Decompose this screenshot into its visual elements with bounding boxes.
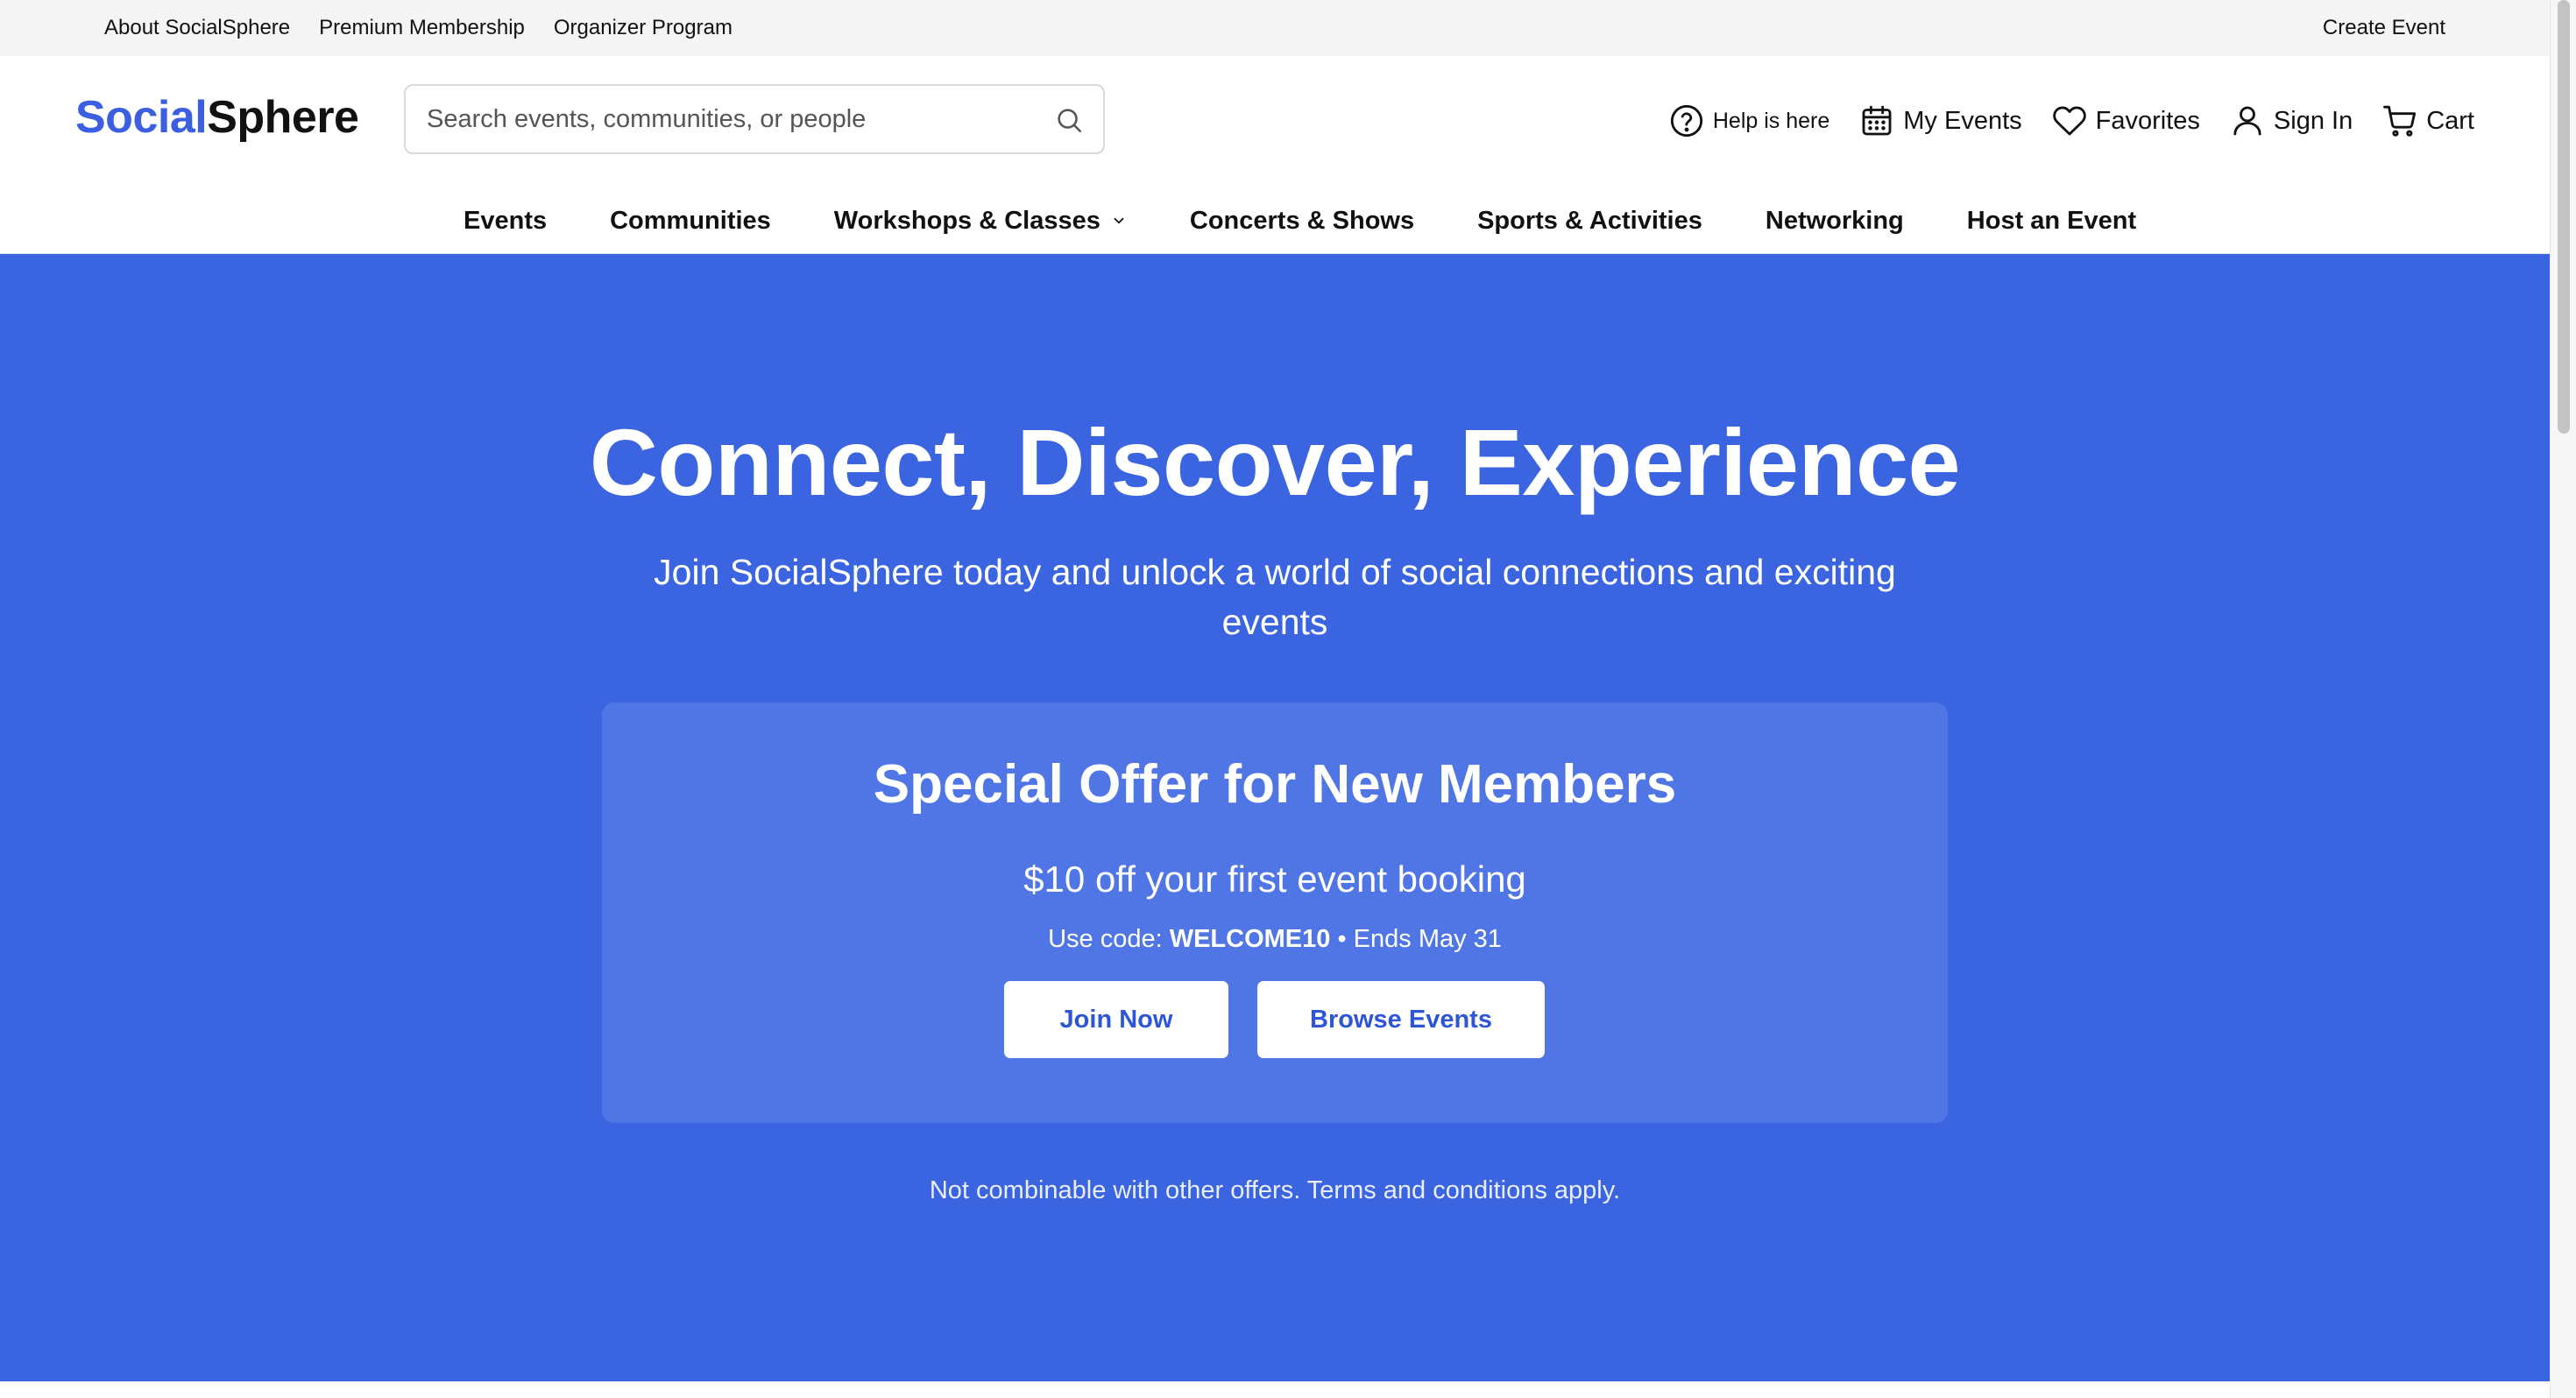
join-now-button[interactable]: Join Now — [1004, 981, 1228, 1058]
create-event-link[interactable]: Create Event — [2323, 0, 2445, 56]
logo-part-sphere: Sphere — [207, 92, 359, 143]
nav-item-concerts[interactable]: Concerts & Shows — [1190, 207, 1414, 236]
sign-in-label: Sign In — [2273, 106, 2353, 135]
offer-code-prefix: Use code: — [1048, 925, 1170, 953]
nav-item-events[interactable]: Events — [464, 207, 547, 236]
help-label: Help is here — [1712, 108, 1830, 133]
about-link[interactable]: About SocialSphere — [104, 16, 290, 40]
cart-button[interactable]: Cart — [2382, 103, 2474, 138]
nav-item-label: Workshops & Classes — [833, 206, 1100, 235]
offer-amount: $10 off your first event booking — [1023, 858, 1526, 900]
sign-in-button[interactable]: Sign In — [2230, 103, 2353, 138]
scrollbar-thumb[interactable] — [2558, 0, 2570, 434]
nav-item-label: Sports & Activities — [1477, 206, 1702, 235]
nav-item-sports[interactable]: Sports & Activities — [1477, 207, 1702, 236]
nav-item-communities[interactable]: Communities — [610, 207, 771, 236]
organizer-program-link[interactable]: Organizer Program — [554, 16, 732, 40]
premium-membership-link[interactable]: Premium Membership — [319, 16, 525, 40]
nav-item-workshops[interactable]: Workshops & Classes — [834, 207, 1127, 236]
offer-terms: Not combinable with other offers. Terms … — [929, 1176, 1621, 1204]
search-input[interactable] — [427, 86, 1023, 152]
hero-subtitle: Join SocialSphere today and unlock a wor… — [654, 552, 1896, 642]
my-events-label: My Events — [1903, 106, 2022, 135]
cart-icon — [2383, 105, 2417, 137]
offer-title: Special Offer for New Members — [873, 754, 1677, 815]
hero-title: Connect, Discover, Experience — [589, 409, 1961, 515]
nav-item-label: Networking — [1765, 206, 1904, 235]
nav-item-label: Communities — [610, 206, 771, 235]
top-links: About SocialSphere Premium Membership Or… — [104, 0, 761, 56]
main-nav: Events Communities Workshops & Classes C… — [0, 187, 2550, 254]
page: About SocialSphere Premium Membership Or… — [0, 0, 2550, 1398]
search-box — [404, 84, 1105, 154]
logo-part-social: Social — [75, 92, 208, 143]
heart-icon — [2052, 106, 2086, 136]
offer-code-line: Use code: WELCOME10 • Ends May 31 — [602, 925, 1948, 954]
favorites-label: Favorites — [2095, 106, 2200, 135]
nav-item-label: Events — [464, 206, 548, 235]
page-scrollbar[interactable] — [2550, 0, 2576, 1398]
user-icon — [2233, 106, 2261, 136]
hero-section: Connect, Discover, Experience Join Socia… — [0, 254, 2550, 1381]
chevron-down-icon — [1114, 217, 1124, 224]
search-icon[interactable] — [1054, 105, 1084, 135]
help-button[interactable]: Help is here — [1669, 103, 1829, 138]
nav-item-networking[interactable]: Networking — [1766, 207, 1904, 236]
logo[interactable]: SocialSphere — [75, 91, 359, 144]
my-events-button[interactable]: My Events — [1859, 103, 2022, 138]
header-utilities: Help is here My Events Favorites Sign In… — [1639, 102, 2474, 140]
special-offer-card: Special Offer for New Members $10 off yo… — [602, 703, 1948, 1123]
site-header: SocialSphere Help is here — [0, 56, 2550, 254]
nav-item-label: Concerts & Shows — [1189, 206, 1415, 235]
main-nav-items: Events Communities Workshops & Classes C… — [464, 187, 2136, 254]
cart-label: Cart — [2426, 106, 2474, 135]
nav-item-label: Host an Event — [1966, 206, 2137, 235]
help-icon — [1670, 104, 1702, 138]
top-utility-bar: About SocialSphere Premium Membership Or… — [0, 0, 2550, 56]
favorites-button[interactable]: Favorites — [2052, 103, 2200, 138]
browse-events-button[interactable]: Browse Events — [1257, 981, 1545, 1058]
nav-item-host-event[interactable]: Host an Event — [1967, 207, 2136, 236]
calendar-icon — [1862, 105, 1892, 136]
offer-expiry: • Ends May 31 — [1330, 925, 1502, 953]
promo-code: WELCOME10 — [1169, 925, 1331, 953]
